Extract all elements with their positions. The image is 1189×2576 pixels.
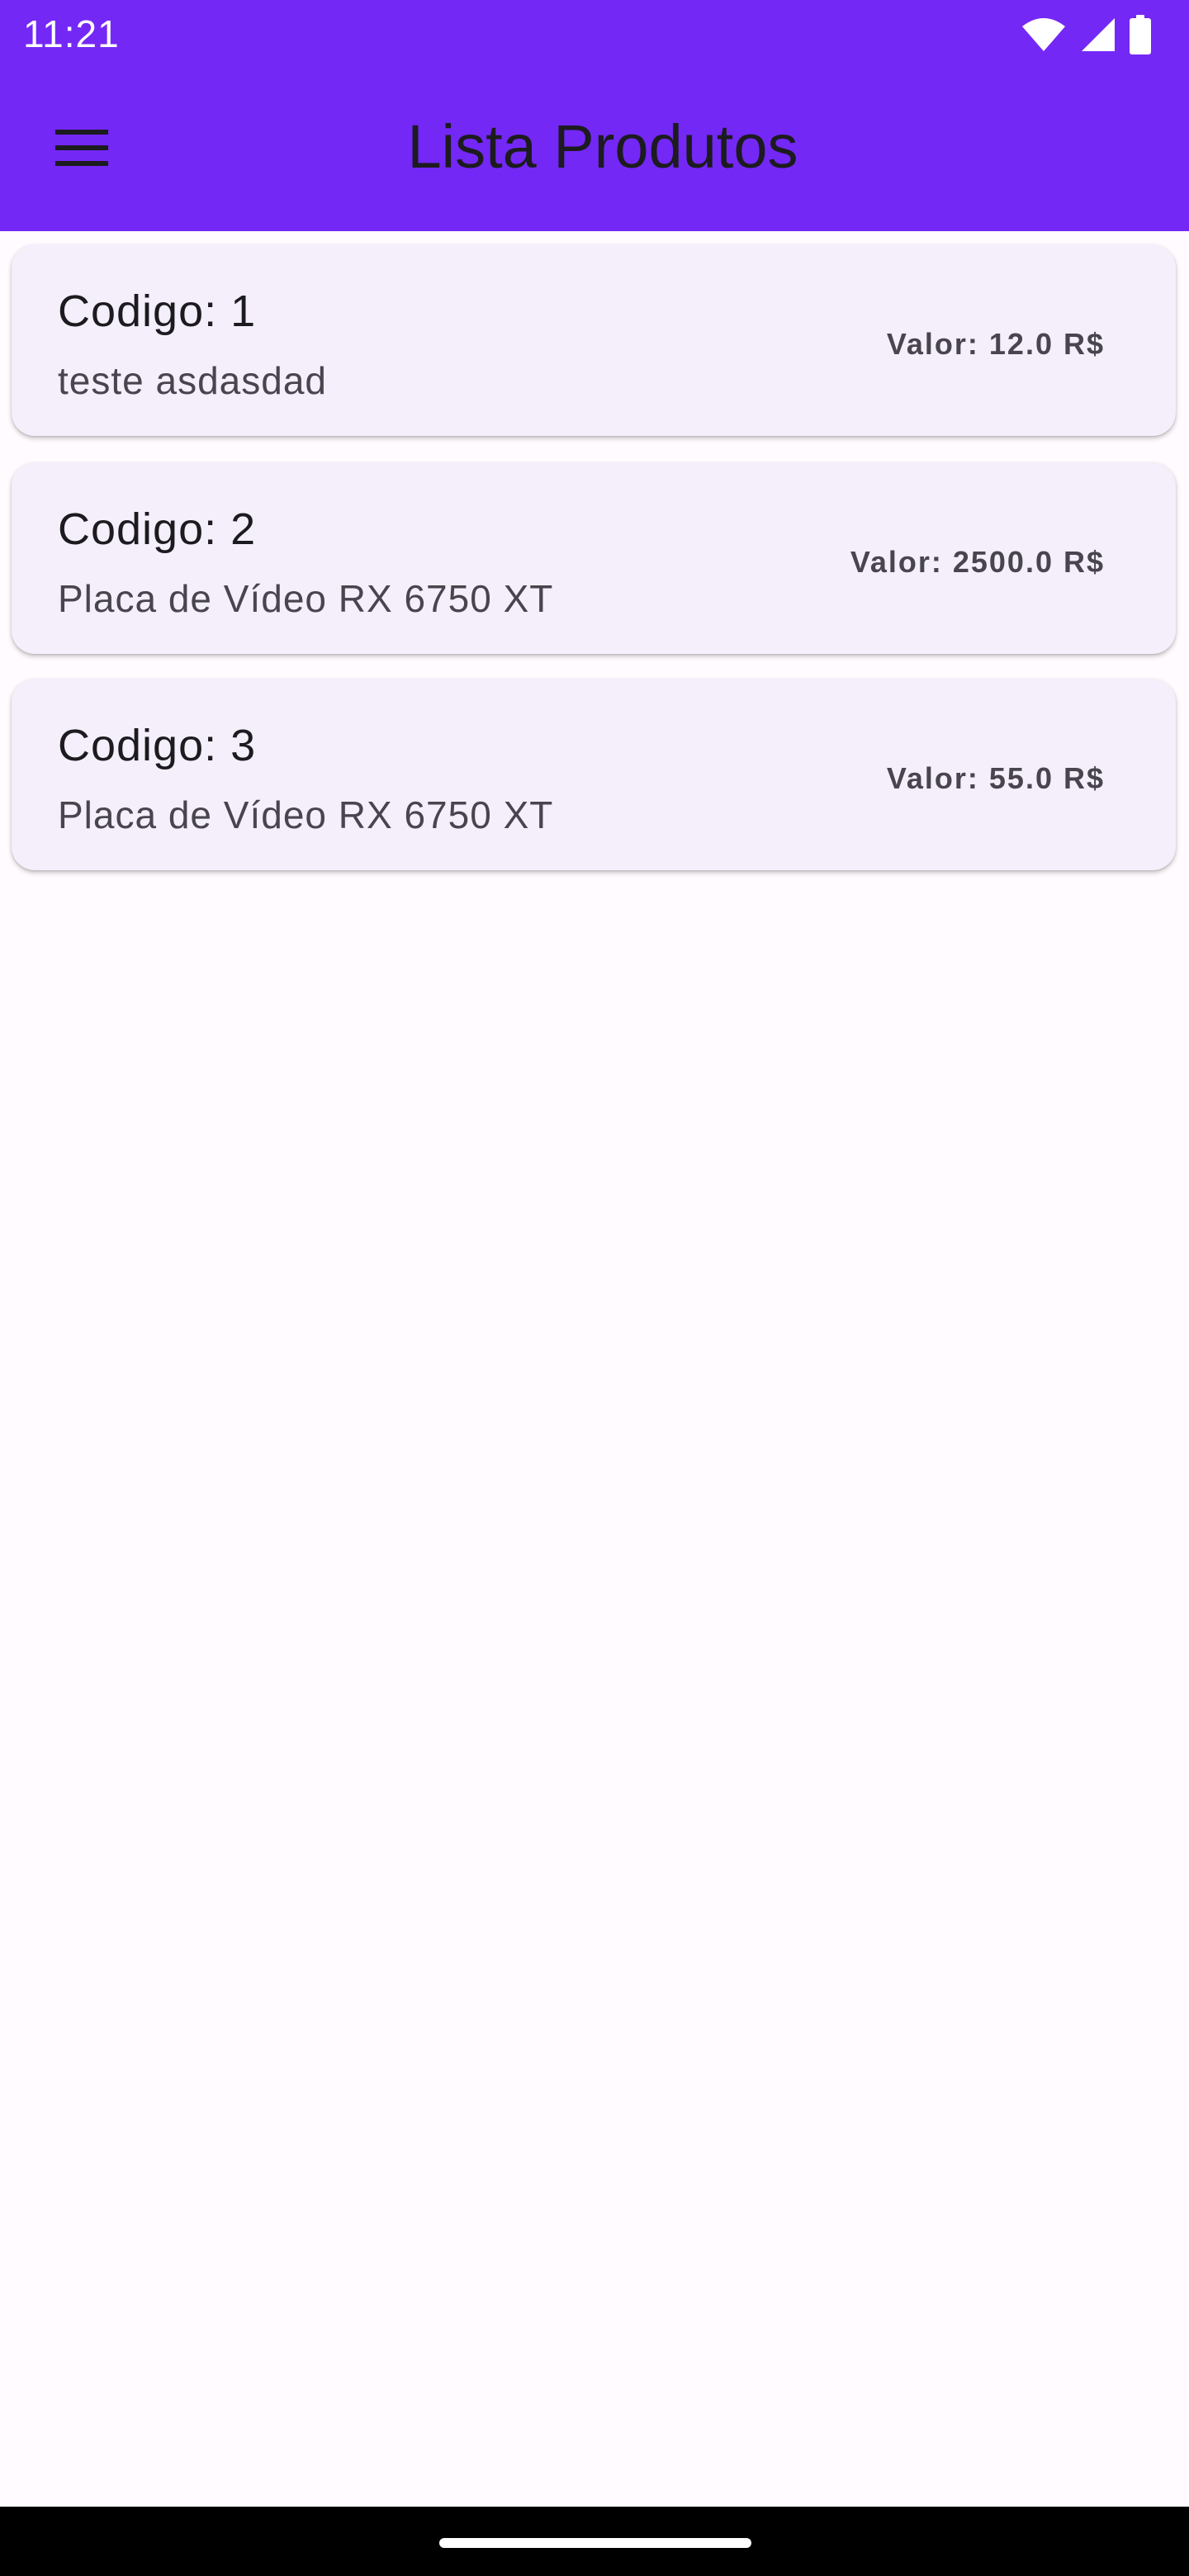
product-card[interactable]: Codigo: 2 Placa de Vídeo RX 6750 XT Valo…	[12, 462, 1176, 654]
home-indicator[interactable]	[439, 2538, 751, 2548]
page-title: Lista Produtos	[407, 112, 798, 181]
product-description: Placa de Vídeo RX 6750 XT	[58, 577, 554, 620]
product-code: Codigo: 1	[58, 286, 257, 336]
wifi-icon	[1021, 17, 1067, 53]
product-list: Codigo: 1 teste asdasdad Valor: 12.0 R$ …	[0, 231, 1189, 880]
product-price: Valor: 12.0 R$	[886, 327, 1105, 361]
app-header: 11:21 Lista Produtos	[0, 0, 1189, 231]
product-card[interactable]: Codigo: 3 Placa de Vídeo RX 6750 XT Valo…	[12, 679, 1176, 870]
product-code: Codigo: 3	[58, 721, 257, 770]
product-price: Valor: 2500.0 R$	[850, 545, 1105, 579]
product-description: Placa de Vídeo RX 6750 XT	[58, 793, 554, 836]
product-description: teste asdasdad	[58, 359, 328, 402]
toolbar: Lista Produtos	[0, 69, 1189, 231]
status-time: 11:21	[23, 12, 120, 55]
product-price: Valor: 55.0 R$	[886, 761, 1105, 795]
product-code: Codigo: 2	[58, 504, 257, 554]
status-bar: 11:21	[0, 0, 1189, 69]
status-icons	[1021, 15, 1151, 54]
signal-icon	[1080, 17, 1116, 53]
battery-icon	[1130, 15, 1151, 54]
product-card[interactable]: Codigo: 1 teste asdasdad Valor: 12.0 R$	[12, 244, 1176, 436]
system-nav-bar	[0, 2507, 1189, 2576]
